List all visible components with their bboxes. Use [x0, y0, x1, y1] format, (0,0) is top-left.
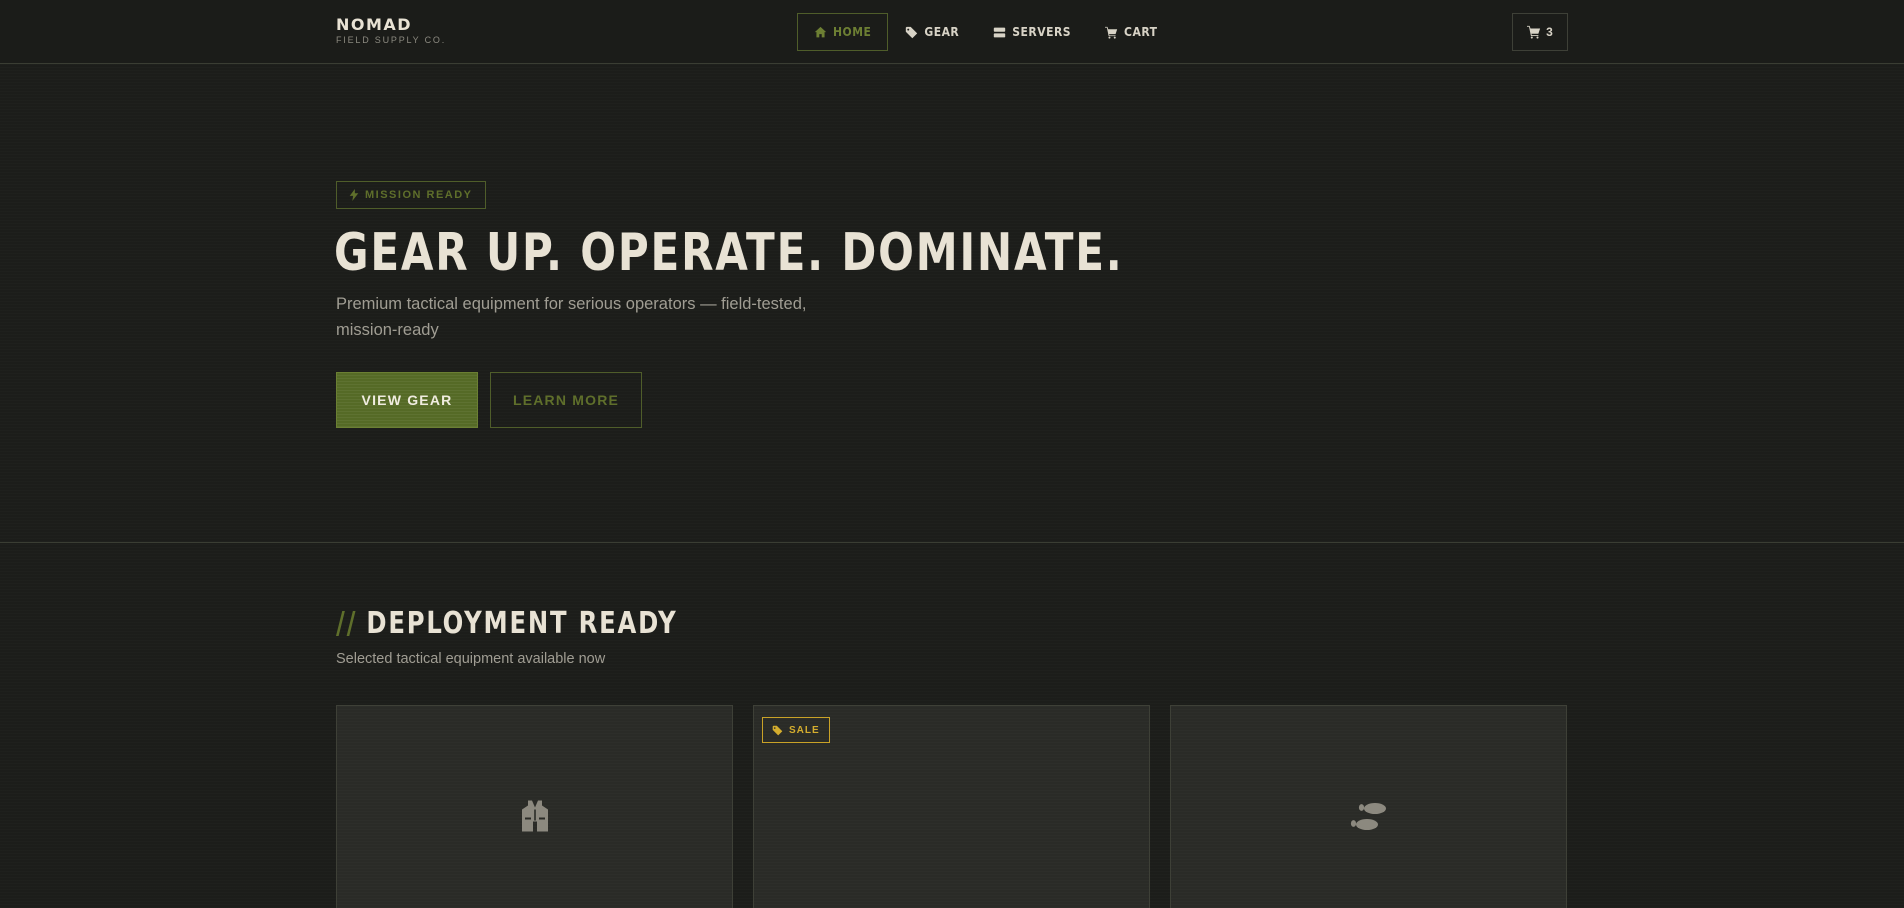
product-card[interactable] [1170, 705, 1567, 908]
nav-item-cart-label: CART [1124, 25, 1158, 39]
home-icon [814, 26, 827, 37]
product-image [1349, 800, 1389, 839]
main-nav: HOME GEAR SERVERS CART [797, 13, 1174, 51]
hero-title: GEAR UP. OPERATE. DOMINATE. [334, 223, 1124, 283]
nav-item-home[interactable]: HOME [797, 13, 889, 51]
nav-item-cart[interactable]: CART [1088, 13, 1174, 51]
nav-item-gear-label: GEAR [924, 25, 960, 39]
page: NOMAD FIELD SUPPLY CO. HOME GEAR SERVERS… [0, 0, 1904, 908]
section-title-prefix: // [336, 606, 358, 641]
cart-icon [1527, 25, 1541, 39]
product-image [520, 800, 550, 839]
brand-logo[interactable]: NOMAD FIELD SUPPLY CO. [336, 15, 446, 46]
footprints-icon [1350, 803, 1386, 830]
server-icon [994, 27, 1006, 37]
section-title-text: DEPLOYMENT READY [366, 606, 678, 641]
brand-subtitle: FIELD SUPPLY CO. [336, 35, 446, 45]
product-card[interactable] [336, 705, 733, 908]
tag-icon [772, 725, 783, 735]
nav-item-servers-label: SERVERS [1012, 25, 1072, 39]
hero-subtitle: Premium tactical equipment for serious o… [336, 295, 807, 339]
sale-badge: SALE [762, 717, 830, 743]
cart-button[interactable]: 3 [1512, 13, 1568, 51]
section-subtitle: Selected tactical equipment available no… [336, 651, 606, 667]
lightning-icon [349, 189, 359, 201]
section-title: //DEPLOYMENT READY [336, 604, 678, 644]
cart-count: 3 [1546, 25, 1553, 39]
sale-badge-label: SALE [789, 724, 820, 736]
badge-label: MISSION READY [365, 189, 473, 201]
view-gear-button[interactable]: VIEW GEAR [336, 372, 478, 428]
top-navbar: NOMAD FIELD SUPPLY CO. HOME GEAR SERVERS… [0, 0, 1904, 64]
tag-icon [906, 26, 918, 38]
nav-item-servers[interactable]: SERVERS [976, 13, 1088, 51]
brand-name: NOMAD [336, 15, 413, 34]
hero-section: MISSION READY GEAR UP. OPERATE. DOMINATE… [0, 65, 1904, 543]
learn-more-button[interactable]: LEARN MORE [490, 372, 642, 428]
cart-icon [1105, 26, 1118, 39]
nav-item-gear[interactable]: GEAR [888, 13, 976, 51]
mission-ready-badge: MISSION READY [336, 181, 486, 209]
product-card[interactable]: SALE [753, 705, 1150, 908]
vest-icon [521, 800, 548, 832]
nav-item-home-label: HOME [833, 25, 872, 39]
